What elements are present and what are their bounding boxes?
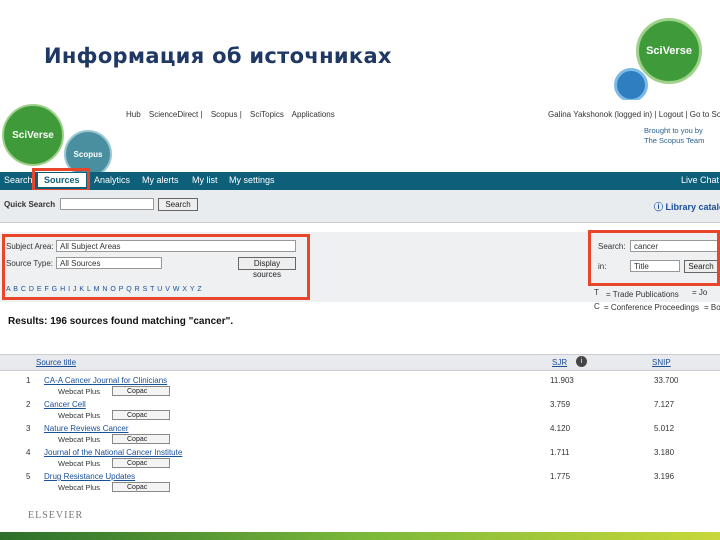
sciverse-logo-small: SciVerse: [2, 104, 64, 166]
snip-value: 5.012: [654, 424, 675, 433]
webcat-link[interactable]: Webcat Plus: [58, 387, 100, 396]
conf-icon: C: [594, 302, 600, 311]
quick-search-bar: Quick Search Search ⓘ Library catalogue: [0, 190, 720, 223]
snip-value: 3.180: [654, 448, 675, 457]
snip-value: 7.127: [654, 400, 675, 409]
sjr-value: 11.903: [550, 376, 574, 385]
col-source-title[interactable]: Source title: [36, 358, 76, 367]
copac-button[interactable]: Copac: [112, 434, 170, 444]
main-nav: Search Sources Analytics My alerts My li…: [0, 172, 720, 190]
sjr-value: 4.120: [550, 424, 571, 433]
book-legend: = Bo: [704, 303, 720, 312]
bottom-bar: [0, 532, 720, 540]
search-highlight: [588, 230, 720, 286]
nav-my-list[interactable]: My list: [192, 175, 218, 185]
sciverse-logo: SciVerse: [636, 18, 702, 84]
nav-live-chat[interactable]: Live Chat: [681, 175, 719, 185]
elsevier-logo: ELSEVIER: [28, 510, 84, 521]
source-title-link[interactable]: Cancer Cell: [44, 400, 86, 409]
brought-line2[interactable]: The Scopus Team: [644, 136, 704, 146]
snip-value: 3.196: [654, 472, 675, 481]
row-number: 3: [26, 424, 31, 433]
filter-highlight: [2, 234, 310, 300]
source-title-link[interactable]: CA-A Cancer Journal for Clinicians: [44, 376, 167, 385]
link-hub[interactable]: Hub: [126, 110, 141, 119]
copac-button[interactable]: Copac: [112, 458, 170, 468]
link-scitopics[interactable]: SciTopics: [250, 110, 284, 119]
nav-my-alerts[interactable]: My alerts: [142, 175, 179, 185]
nav-analytics[interactable]: Analytics: [94, 175, 130, 185]
sjr-value: 3.759: [550, 400, 571, 409]
conf-legend: = Conference Proceedings: [604, 303, 699, 312]
webcat-link[interactable]: Webcat Plus: [58, 411, 100, 420]
sjr-value: 1.711: [550, 448, 570, 457]
row-number: 2: [26, 400, 31, 409]
copac-button[interactable]: Copac: [112, 482, 170, 492]
source-title-link[interactable]: Nature Reviews Cancer: [44, 424, 128, 433]
webcat-link[interactable]: Webcat Plus: [58, 483, 100, 492]
link-scopus[interactable]: Scopus |: [211, 110, 242, 119]
copac-button[interactable]: Copac: [112, 410, 170, 420]
quick-search-button[interactable]: Search: [158, 198, 198, 211]
row-number: 1: [26, 376, 31, 385]
blue-circle-logo: [614, 68, 648, 102]
source-title-link[interactable]: Journal of the National Cancer Institute: [44, 448, 182, 457]
quick-search-input[interactable]: [60, 198, 154, 210]
info-icon[interactable]: i: [576, 356, 587, 367]
quick-search-label: Quick Search: [4, 200, 56, 209]
col-snip[interactable]: SNIP: [652, 358, 671, 367]
user-status[interactable]: Galina Yakshonok (logged in) | Logout | …: [548, 110, 720, 119]
source-title-link[interactable]: Drug Resistance Updates: [44, 472, 135, 481]
library-catalogue-link[interactable]: ⓘ Library catalogue: [654, 200, 720, 213]
link-sciencedirect[interactable]: ScienceDirect |: [149, 110, 203, 119]
nav-search[interactable]: Search: [4, 175, 33, 185]
journal-legend: = Jo: [692, 288, 708, 297]
sources-highlight: [32, 168, 90, 192]
library-icon: ⓘ: [654, 202, 666, 212]
brought-line1: Brought to you by: [644, 126, 703, 135]
trade-icon: T: [594, 288, 599, 297]
link-applications[interactable]: Applications: [292, 110, 335, 119]
snip-value: 33.700: [654, 376, 679, 385]
webcat-link[interactable]: Webcat Plus: [58, 435, 100, 444]
table-header: Source title SJR i SNIP: [0, 354, 720, 371]
library-catalogue-text: Library catalogue: [665, 202, 720, 212]
slide-title: Информация об источниках: [44, 44, 392, 68]
scopus-screenshot: SciVerse Scopus Hub ScienceDirect | Scop…: [0, 100, 720, 505]
trade-legend: = Trade Publications: [606, 290, 679, 299]
row-number: 5: [26, 472, 31, 481]
nav-my-settings[interactable]: My settings: [229, 175, 275, 185]
copac-button[interactable]: Copac: [112, 386, 170, 396]
webcat-link[interactable]: Webcat Plus: [58, 459, 100, 468]
results-count: Results: 196 sources found matching "can…: [8, 316, 234, 327]
top-links: Hub ScienceDirect | Scopus | SciTopics A…: [126, 110, 341, 119]
row-number: 4: [26, 448, 31, 457]
brought-by: Brought to you by The Scopus Team: [644, 126, 704, 146]
col-sjr[interactable]: SJR: [552, 358, 567, 367]
sjr-value: 1.775: [550, 472, 571, 481]
